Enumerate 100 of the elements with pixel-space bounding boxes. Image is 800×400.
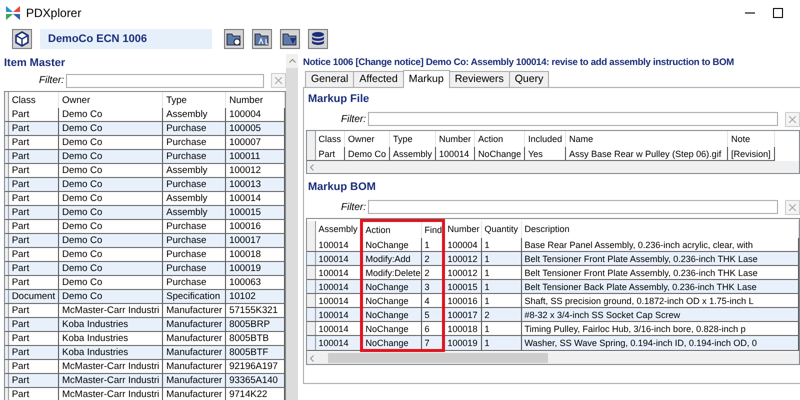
table-cell: Demo Co <box>58 150 163 164</box>
table-cell: 100015 <box>226 206 284 220</box>
column-header[interactable]: Owner <box>58 92 163 108</box>
column-header[interactable]: Name <box>566 131 728 147</box>
table-cell: Specification <box>162 290 226 304</box>
section-title: Item Master <box>4 56 66 70</box>
horizontal-scrollbar[interactable] <box>307 161 799 173</box>
minimize-icon <box>745 12 755 14</box>
toolbar-button[interactable] <box>252 29 272 49</box>
toolbar-button[interactable] <box>12 29 32 49</box>
column-header[interactable]: Class <box>8 92 59 108</box>
context-field[interactable]: DemoCo ECN 1006 <box>40 29 212 49</box>
table-cell: NoChange <box>361 336 421 350</box>
column-header[interactable]: Type <box>390 131 436 147</box>
table-cell: Part <box>8 388 59 400</box>
column-header[interactable]: Note <box>728 131 774 147</box>
scroll-left-icon <box>310 164 314 170</box>
column-header[interactable]: Find <box>421 220 443 238</box>
table-cell: Purchase <box>162 234 226 248</box>
scroll-left-icon <box>310 354 314 362</box>
table-cell: Part <box>8 122 59 136</box>
table-cell: Demo Co <box>58 206 163 220</box>
notice-title: Notice 1006 [Change notice] Demo Co: Assembly 100014: revise to add assembly instruction to BOM <box>303 56 735 70</box>
tab[interactable]: Markup <box>402 70 450 88</box>
table-cell: 100013 <box>226 178 284 192</box>
horizontal-scrollbar[interactable] <box>307 352 799 364</box>
table-cell: McMaster-Carr Industri <box>58 388 163 400</box>
column-header[interactable]: Class <box>315 131 345 147</box>
table-cell: Part <box>8 150 59 164</box>
table-cell: 9714K22 <box>226 388 284 400</box>
filter-label: Filter: <box>38 75 64 86</box>
scroll-up-icon <box>288 59 296 63</box>
table-cell: Purchase <box>162 262 226 276</box>
folder-text-icon <box>254 31 270 47</box>
table-cell: Belt Tensioner Front Plate Assembly, 0.236-inch THK Lase <box>521 252 798 266</box>
table-cell: Washer, SS Wave Spring, 0.194-inch ID, 0.194-inch OD, 0 <box>521 336 798 350</box>
tab[interactable]: Affected <box>353 71 404 87</box>
table-cell: 100005 <box>226 122 284 136</box>
table-cell: Manufacturer <box>162 346 226 360</box>
filter-field[interactable] <box>368 112 778 126</box>
table-cell: 1 <box>481 252 521 266</box>
table-cell: 1 <box>481 336 521 350</box>
table-cell: Part <box>8 206 59 220</box>
column-header[interactable]: Owner <box>344 131 390 147</box>
clear-button[interactable] <box>785 200 800 214</box>
column-header[interactable]: Number <box>226 92 284 108</box>
table-cell: Part <box>8 262 59 276</box>
table-cell: Manufacturer <box>162 374 226 388</box>
table-cell: Part <box>8 178 59 192</box>
column-header[interactable]: Included <box>524 131 566 147</box>
tab[interactable]: Query <box>508 71 550 87</box>
clear-button[interactable] <box>271 73 286 88</box>
table-cell: Assembly <box>162 206 226 220</box>
table-cell: 100011 <box>226 150 284 164</box>
table-cell: Demo Co <box>58 178 163 192</box>
toolbar-button[interactable] <box>280 29 300 49</box>
table-cell: 100017 <box>226 234 284 248</box>
table-cell: Koba Industries <box>58 346 163 360</box>
column-header[interactable]: Action <box>474 131 525 147</box>
table-cell: Demo Co <box>58 122 163 136</box>
toolbar-button[interactable] <box>308 29 328 49</box>
table-cell: Document <box>8 290 59 304</box>
section-title: Markup File <box>308 92 370 106</box>
table-cell: 100019 <box>226 262 284 276</box>
table-cell: Belt Tensioner Back Plate Assembly, 0.236-inch THK Lase <box>521 280 798 294</box>
filter-field[interactable] <box>368 200 778 214</box>
column-header[interactable]: Type <box>162 92 226 108</box>
toolbar-button[interactable] <box>224 29 244 49</box>
window-title: PDXplorer <box>26 6 82 20</box>
table-cell: McMaster-Carr Industri <box>58 374 163 388</box>
table-cell: Koba Industries <box>58 318 163 332</box>
table-cell: Part <box>8 346 59 360</box>
table-cell: 2 <box>481 308 521 322</box>
column-header[interactable]: Quantity <box>481 220 521 238</box>
column-header[interactable]: Number <box>443 220 481 238</box>
close-icon <box>789 116 796 122</box>
clear-button[interactable] <box>785 112 800 126</box>
column-header[interactable]: Number <box>436 131 475 147</box>
table-cell: 93365A140 <box>226 374 284 388</box>
app-logo-icon <box>6 6 20 20</box>
table-cell: Demo Co <box>58 290 163 304</box>
table-cell: Manufacturer <box>162 318 226 332</box>
table-cell: Part <box>8 318 59 332</box>
cube-icon <box>14 31 30 47</box>
column-header[interactable]: Assembly <box>315 220 361 238</box>
table-cell: NoChange <box>361 280 421 294</box>
column-header[interactable]: Action <box>361 220 421 238</box>
table-cell: Modify:Add <box>361 252 421 266</box>
table-cell: 8005BTF <box>226 346 284 360</box>
tab[interactable]: General <box>305 71 354 87</box>
filter-field[interactable] <box>66 74 264 88</box>
maximize-icon <box>773 8 783 18</box>
tab[interactable]: Reviewers <box>448 71 510 87</box>
table-cell: Part <box>8 374 59 388</box>
table-cell: Demo Co <box>58 262 163 276</box>
column-header[interactable]: Description <box>521 220 798 238</box>
table-cell: Purchase <box>162 122 226 136</box>
filter-label: Filter: <box>340 202 366 212</box>
section-title: Markup BOM <box>308 180 377 194</box>
table-cell: Manufacturer <box>162 388 226 400</box>
